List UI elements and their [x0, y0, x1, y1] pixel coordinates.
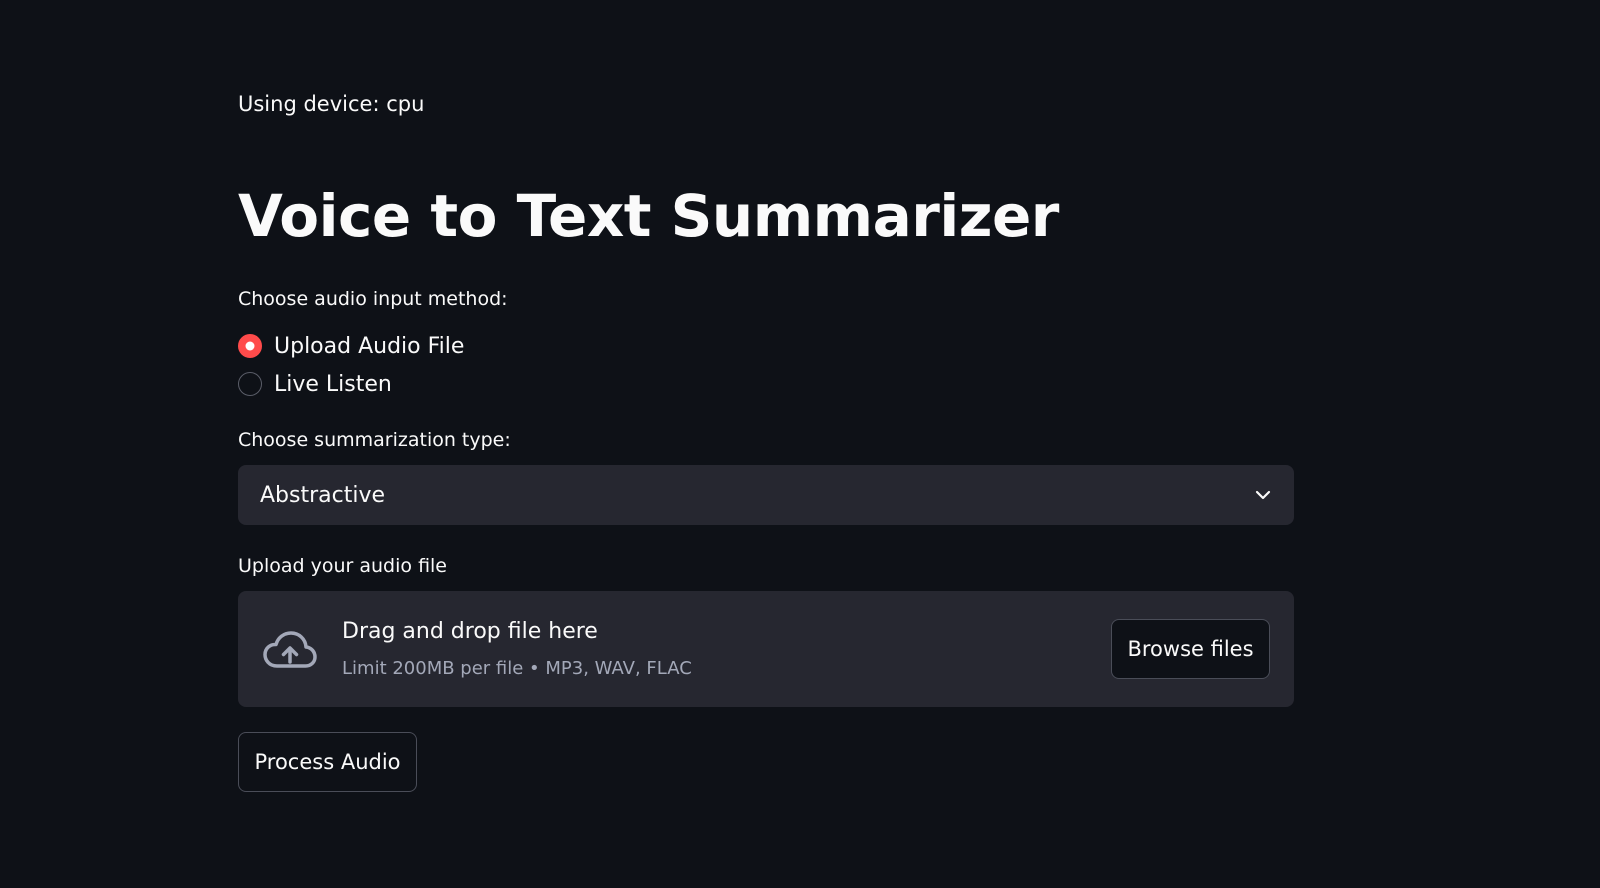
summarization-type-label: Choose summarization type: [238, 429, 511, 451]
upload-audio-label: Upload your audio file [238, 555, 447, 577]
page-title: Voice to Text Summarizer [238, 182, 1059, 250]
dropzone-limit-text: Limit 200MB per file • MP3, WAV, FLAC [342, 658, 692, 679]
input-method-label: Choose audio input method: [238, 288, 508, 310]
browse-files-button[interactable]: Browse files [1111, 619, 1270, 679]
device-info-text: Using device: cpu [238, 92, 425, 116]
cloud-upload-icon [262, 629, 318, 671]
process-audio-button[interactable]: Process Audio [238, 732, 417, 792]
summarization-type-select[interactable]: Abstractive [238, 465, 1294, 525]
radio-button-unchecked[interactable] [238, 372, 262, 396]
radio-option-upload-audio-file[interactable]: Upload Audio File [238, 327, 464, 365]
radio-option-live-listen[interactable]: Live Listen [238, 365, 464, 403]
input-method-radio-group: Upload Audio File Live Listen [238, 327, 464, 403]
chevron-down-icon[interactable] [1254, 486, 1272, 504]
select-selected-value: Abstractive [260, 482, 386, 508]
dropzone-title: Drag and drop file here [342, 619, 598, 644]
radio-option-label: Upload Audio File [274, 333, 465, 359]
radio-button-checked[interactable] [238, 334, 262, 358]
radio-option-label: Live Listen [274, 371, 392, 397]
file-dropzone[interactable]: Drag and drop file here Limit 200MB per … [238, 591, 1294, 707]
